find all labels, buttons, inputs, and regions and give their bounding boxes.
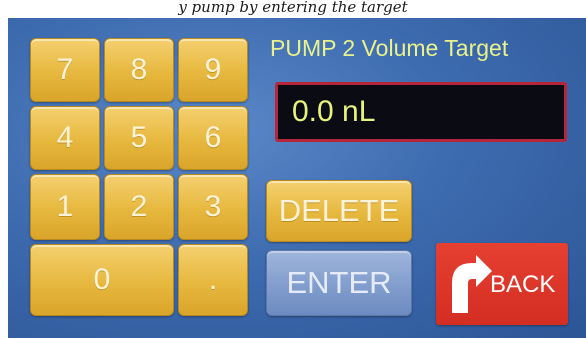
value-display: 0.0 nL: [275, 82, 567, 142]
key-8[interactable]: 8: [104, 38, 174, 102]
key-6[interactable]: 6: [178, 106, 248, 170]
enter-button[interactable]: ENTER: [266, 250, 412, 316]
key-4[interactable]: 4: [30, 106, 100, 170]
back-label: BACK: [490, 271, 556, 298]
key-5[interactable]: 5: [104, 106, 174, 170]
key-2[interactable]: 2: [104, 174, 174, 240]
back-button[interactable]: BACK: [436, 243, 568, 325]
touch-screen: 7 8 9 4 5 6 1 2 3 0 . PUMP 2 Volume Targ…: [8, 18, 586, 338]
page-title: PUMP 2 Volume Target: [270, 35, 509, 61]
curved-arrow-icon: [452, 255, 492, 313]
key-9[interactable]: 9: [178, 38, 248, 102]
key-0[interactable]: 0: [30, 244, 174, 316]
display-value: 0.0 nL: [292, 95, 376, 128]
key-3[interactable]: 3: [178, 174, 248, 240]
key-7[interactable]: 7: [30, 38, 100, 102]
key-1[interactable]: 1: [30, 174, 100, 240]
delete-button[interactable]: DELETE: [266, 180, 412, 242]
key-decimal[interactable]: .: [178, 244, 248, 316]
